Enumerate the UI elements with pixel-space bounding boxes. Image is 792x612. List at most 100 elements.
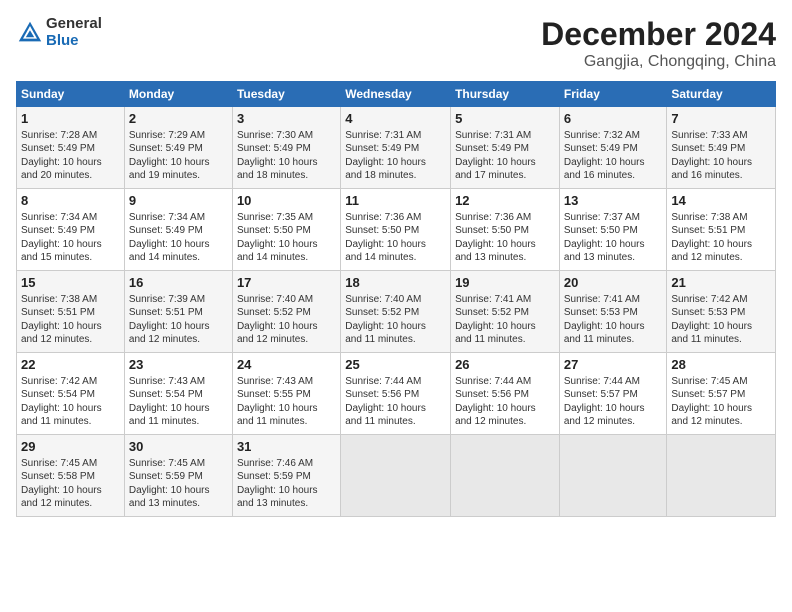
day-detail: and 12 minutes.	[21, 333, 120, 347]
day-detail: and 13 minutes.	[129, 497, 228, 511]
day-number: 7	[671, 110, 771, 128]
table-row: 23Sunrise: 7:43 AMSunset: 5:54 PMDayligh…	[124, 353, 232, 435]
day-detail: Daylight: 10 hours	[564, 320, 663, 334]
day-number: 18	[345, 274, 446, 292]
day-detail: Daylight: 10 hours	[21, 238, 120, 252]
day-detail: Daylight: 10 hours	[345, 320, 446, 334]
logo-general: General	[46, 16, 102, 33]
day-detail: and 11 minutes.	[129, 415, 228, 429]
day-detail: Sunset: 5:50 PM	[455, 224, 555, 238]
day-detail: Sunset: 5:49 PM	[345, 142, 446, 156]
table-row: 12Sunrise: 7:36 AMSunset: 5:50 PMDayligh…	[451, 189, 560, 271]
day-detail: Sunset: 5:54 PM	[129, 388, 228, 402]
day-detail: Sunrise: 7:45 AM	[671, 375, 771, 389]
day-detail: Sunset: 5:49 PM	[21, 142, 120, 156]
day-detail: and 12 minutes.	[671, 251, 771, 265]
day-detail: and 18 minutes.	[345, 169, 446, 183]
day-number: 8	[21, 192, 120, 210]
day-detail: and 12 minutes.	[671, 415, 771, 429]
day-detail: Daylight: 10 hours	[345, 402, 446, 416]
day-detail: and 12 minutes.	[21, 497, 120, 511]
day-detail: Sunrise: 7:30 AM	[237, 129, 336, 143]
calendar-week-3: 15Sunrise: 7:38 AMSunset: 5:51 PM Dayligh…	[17, 271, 776, 353]
table-row: 20Sunrise: 7:41 AMSunset: 5:53 PMDayligh…	[559, 271, 667, 353]
day-detail: and 13 minutes.	[237, 497, 336, 511]
day-detail: Sunrise: 7:38 AM	[671, 211, 771, 225]
table-row	[667, 435, 776, 517]
day-number: 25	[345, 356, 446, 374]
day-detail: Sunset: 5:56 PM	[455, 388, 555, 402]
day-number: 6	[564, 110, 663, 128]
day-detail: Daylight: 10 hours	[129, 320, 228, 334]
day-number: 31	[237, 438, 336, 456]
table-row: 17Sunrise: 7:40 AMSunset: 5:52 PMDayligh…	[232, 271, 340, 353]
day-number: 28	[671, 356, 771, 374]
day-detail: and 12 minutes.	[129, 333, 228, 347]
table-row	[451, 435, 560, 517]
table-row: 27Sunrise: 7:44 AMSunset: 5:57 PMDayligh…	[559, 353, 667, 435]
day-number: 14	[671, 192, 771, 210]
day-detail: Sunset: 5:49 PM	[564, 142, 663, 156]
day-detail: Sunset: 5:59 PM	[129, 470, 228, 484]
day-detail: Daylight: 10 hours	[129, 402, 228, 416]
day-detail: and 13 minutes.	[564, 251, 663, 265]
day-detail: Sunrise: 7:36 AM	[455, 211, 555, 225]
day-detail: Sunrise: 7:34 AM	[21, 211, 120, 225]
day-detail: Sunrise: 7:29 AM	[129, 129, 228, 143]
day-detail: Sunset: 5:51 PM	[21, 306, 120, 320]
col-tuesday: Tuesday	[232, 82, 340, 107]
day-detail: Sunrise: 7:44 AM	[455, 375, 555, 389]
day-detail: Sunset: 5:49 PM	[455, 142, 555, 156]
day-detail: Daylight: 10 hours	[671, 402, 771, 416]
day-number: 29	[21, 438, 120, 456]
table-row: 2Sunrise: 7:29 AMSunset: 5:49 PMDaylight…	[124, 107, 232, 189]
table-row	[559, 435, 667, 517]
page-container: General Blue December 2024 Gangjia, Chon…	[0, 0, 792, 612]
table-row: 30Sunrise: 7:45 AMSunset: 5:59 PMDayligh…	[124, 435, 232, 517]
day-detail: Daylight: 10 hours	[564, 156, 663, 170]
day-detail: Sunrise: 7:45 AM	[21, 457, 120, 471]
day-detail: Sunset: 5:53 PM	[671, 306, 771, 320]
day-detail: Daylight: 10 hours	[455, 156, 555, 170]
table-row: 15Sunrise: 7:38 AMSunset: 5:51 PMDayligh…	[17, 271, 125, 353]
day-number: 12	[455, 192, 555, 210]
day-detail: Sunrise: 7:46 AM	[237, 457, 336, 471]
day-detail: and 14 minutes.	[237, 251, 336, 265]
day-detail: Daylight: 10 hours	[564, 402, 663, 416]
table-row: 10Sunrise: 7:35 AMSunset: 5:50 PMDayligh…	[232, 189, 340, 271]
table-row: 19Sunrise: 7:41 AMSunset: 5:52 PMDayligh…	[451, 271, 560, 353]
day-number: 2	[129, 110, 228, 128]
day-detail: Sunrise: 7:28 AM	[21, 129, 120, 143]
day-number: 3	[237, 110, 336, 128]
day-detail: Sunrise: 7:38 AM	[21, 293, 120, 307]
table-row: 11Sunrise: 7:36 AMSunset: 5:50 PMDayligh…	[341, 189, 451, 271]
day-detail: Sunset: 5:54 PM	[21, 388, 120, 402]
calendar-week-5: 29Sunrise: 7:45 AMSunset: 5:58 PMDayligh…	[17, 435, 776, 517]
day-number: 5	[455, 110, 555, 128]
day-detail: and 18 minutes.	[237, 169, 336, 183]
day-detail: Sunrise: 7:41 AM	[564, 293, 663, 307]
day-detail: Sunset: 5:57 PM	[671, 388, 771, 402]
day-detail: Sunrise: 7:35 AM	[237, 211, 336, 225]
col-thursday: Thursday	[451, 82, 560, 107]
day-detail: Sunrise: 7:43 AM	[237, 375, 336, 389]
table-row: 16Sunrise: 7:39 AMSunset: 5:51 PMDayligh…	[124, 271, 232, 353]
day-detail: Sunrise: 7:42 AM	[21, 375, 120, 389]
day-detail: Sunrise: 7:37 AM	[564, 211, 663, 225]
day-detail: Sunset: 5:49 PM	[21, 224, 120, 238]
table-row: 3Sunrise: 7:30 AMSunset: 5:49 PMDaylight…	[232, 107, 340, 189]
day-detail: Daylight: 10 hours	[671, 238, 771, 252]
table-row: 14Sunrise: 7:38 AMSunset: 5:51 PMDayligh…	[667, 189, 776, 271]
day-detail: Sunrise: 7:43 AM	[129, 375, 228, 389]
day-number: 15	[21, 274, 120, 292]
day-number: 26	[455, 356, 555, 374]
day-detail: Daylight: 10 hours	[671, 320, 771, 334]
day-detail: Daylight: 10 hours	[21, 156, 120, 170]
day-detail: Sunset: 5:49 PM	[129, 142, 228, 156]
day-detail: Sunrise: 7:36 AM	[345, 211, 446, 225]
day-number: 17	[237, 274, 336, 292]
table-row: 9Sunrise: 7:34 AMSunset: 5:49 PMDaylight…	[124, 189, 232, 271]
day-detail: Daylight: 10 hours	[21, 484, 120, 498]
day-detail: Daylight: 10 hours	[237, 156, 336, 170]
day-number: 30	[129, 438, 228, 456]
